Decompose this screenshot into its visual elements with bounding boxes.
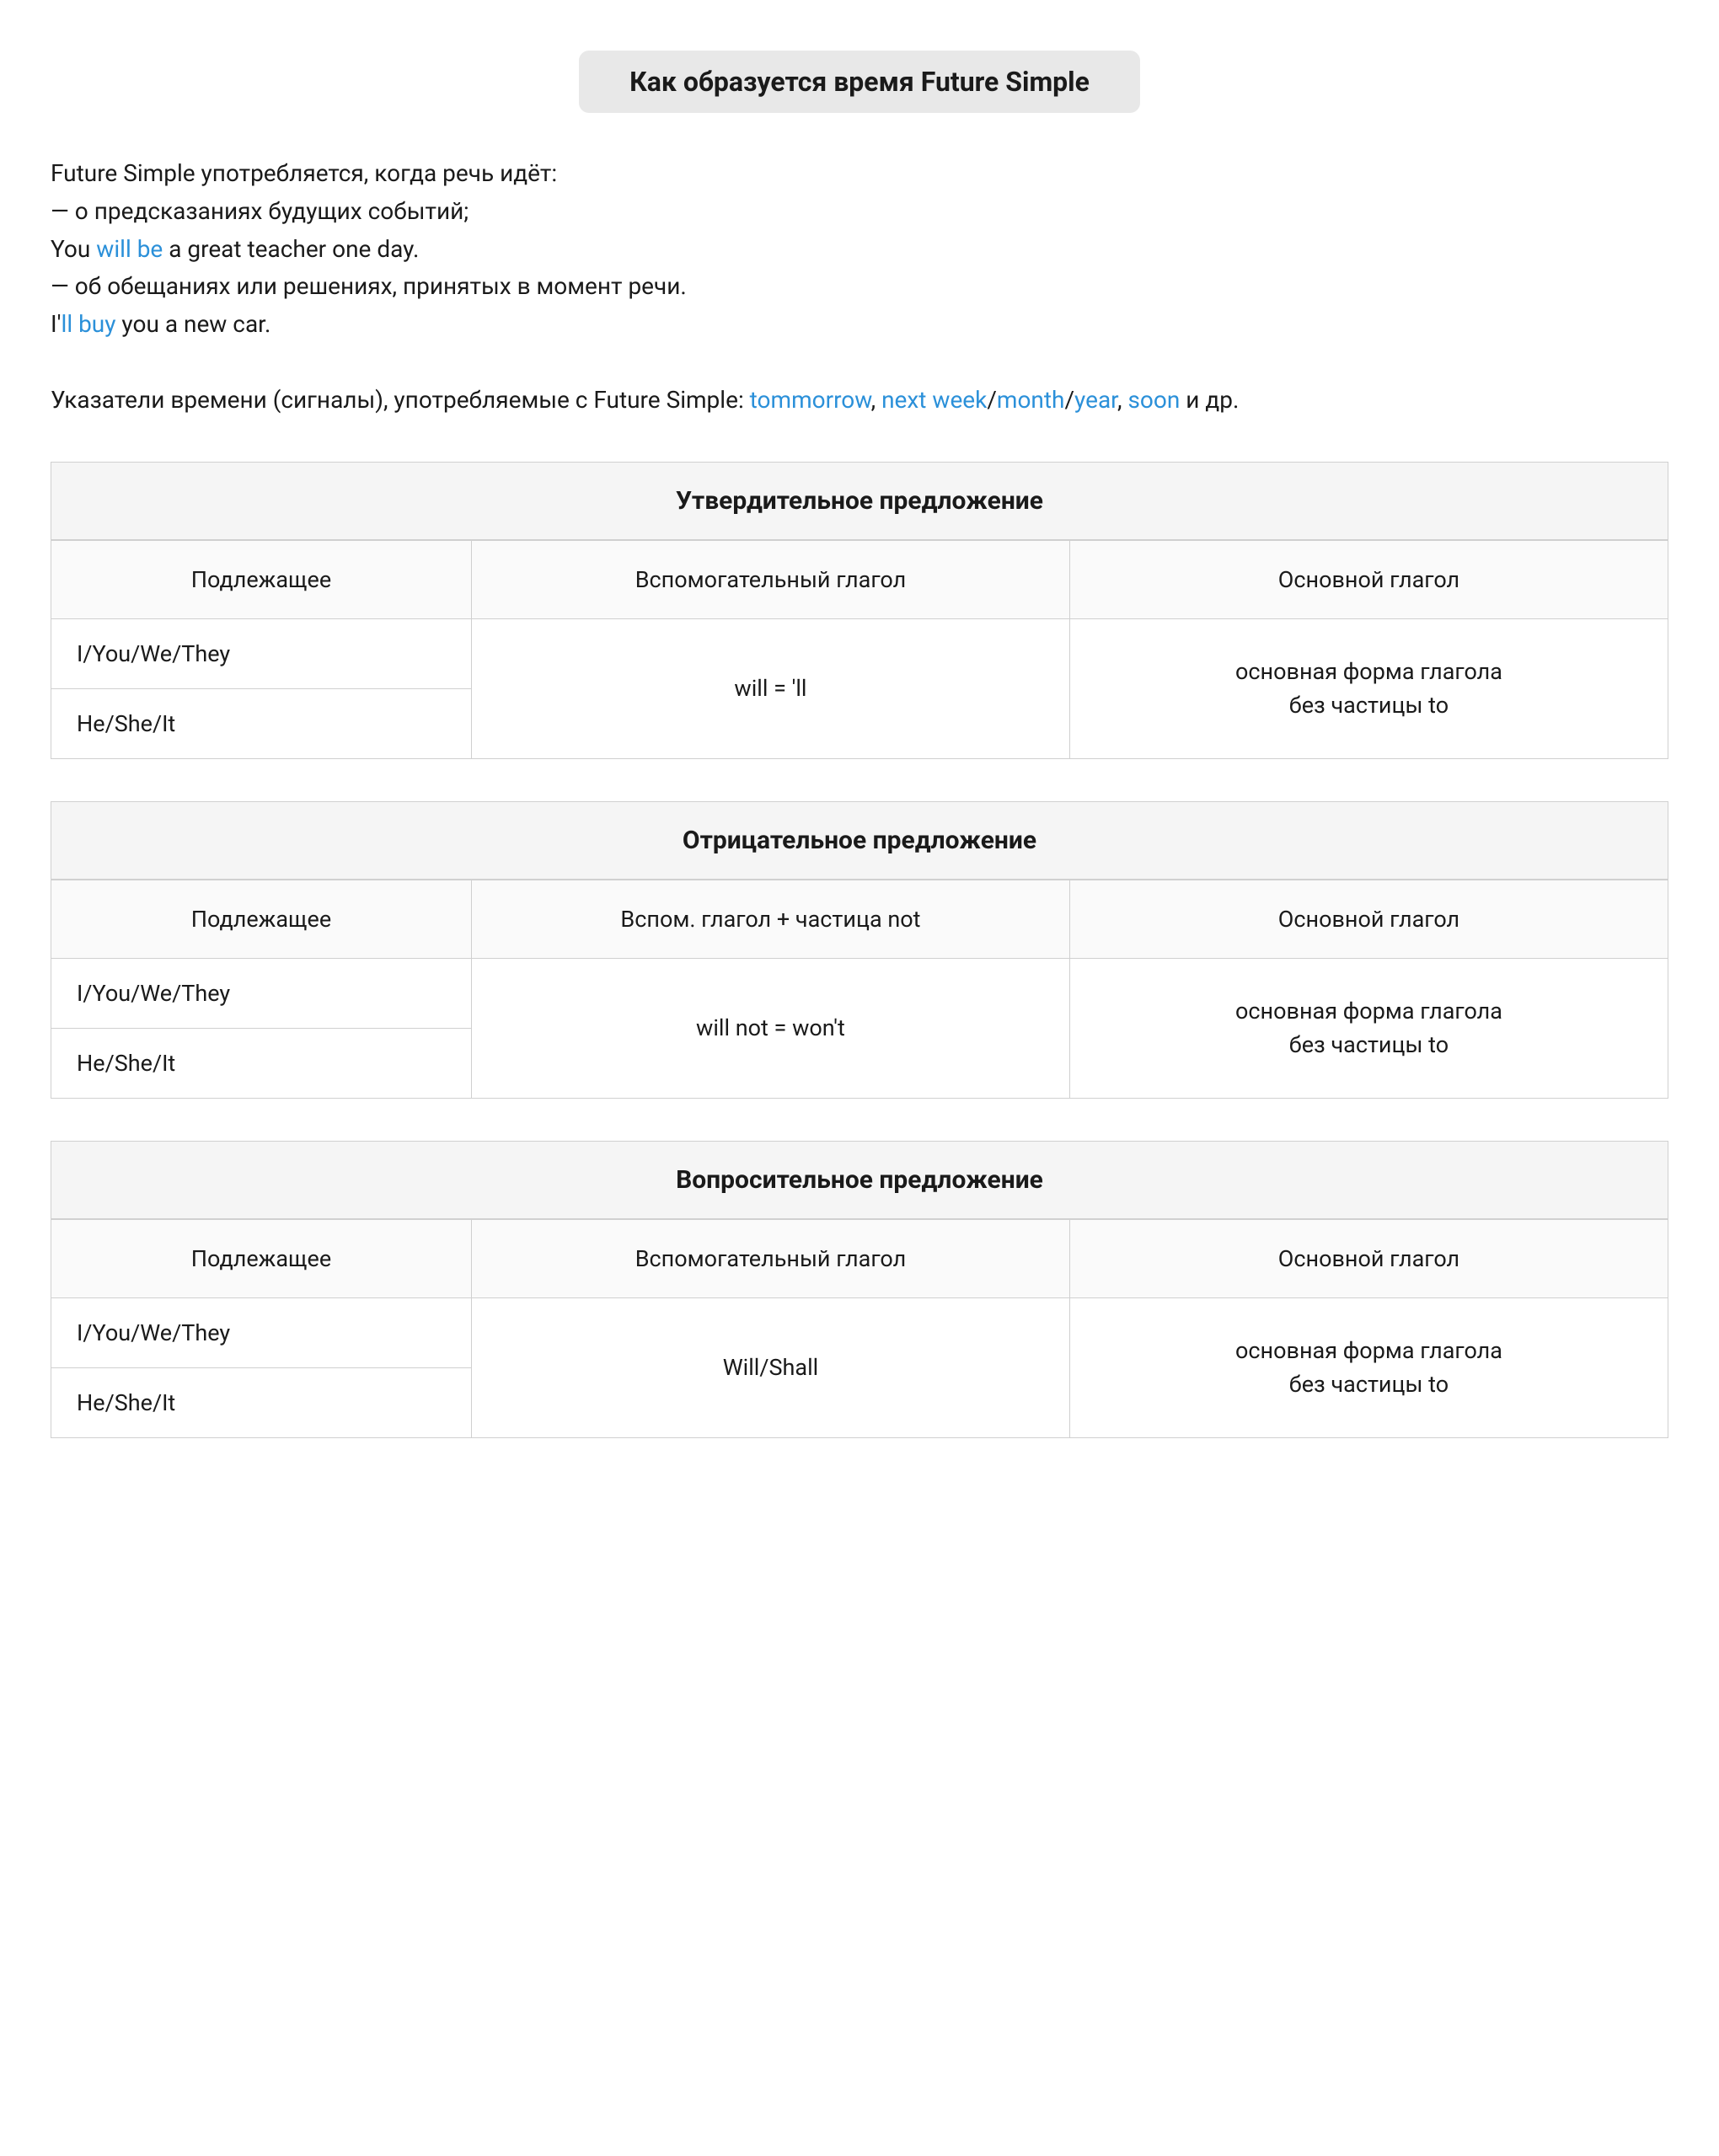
intro-line3: You will be a great teacher one day. <box>51 231 1668 269</box>
affirmative-col2-header: Вспомогательный глагол <box>471 540 1069 618</box>
tommorrow-highlight: tommorrow <box>750 386 871 414</box>
negative-section: Отрицательное предложение Подлежащее Всп… <box>51 801 1668 1099</box>
soon-highlight: soon <box>1127 386 1180 414</box>
interrogative-subject2: He/She/It <box>51 1367 472 1437</box>
negative-table: Подлежащее Вспом. глагол + частица not О… <box>51 880 1668 1099</box>
affirmative-subject1-row: I/You/We/They will = 'll основная форма … <box>51 618 1668 688</box>
intro-line2: — о предсказаниях будущих событий; <box>51 193 1668 231</box>
year-highlight: year <box>1074 386 1117 414</box>
negative-subject2: He/She/It <box>51 1028 472 1098</box>
month-highlight: month <box>997 386 1065 414</box>
interrogative-table: Подлежащее Вспомогательный глагол Основн… <box>51 1219 1668 1438</box>
affirmative-title: Утвердительное предложение <box>51 462 1668 540</box>
interrogative-subject1: I/You/We/They <box>51 1297 472 1367</box>
negative-aux: will not = won't <box>471 958 1069 1098</box>
affirmative-col3-header: Основной глагол <box>1069 540 1668 618</box>
affirmative-subject2: He/She/It <box>51 688 472 758</box>
negative-header-row: Подлежащее Вспом. глагол + частица not О… <box>51 880 1668 958</box>
negative-col2-header: Вспом. глагол + частица not <box>471 880 1069 958</box>
page-title: Как образуется время Future Simple <box>579 51 1140 113</box>
negative-col1-header: Подлежащее <box>51 880 472 958</box>
intro-line5: I'll buy you a new car. <box>51 306 1668 344</box>
interrogative-header-row: Подлежащее Вспомогательный глагол Основн… <box>51 1219 1668 1297</box>
negative-main-verb: основная форма глагола без частицы to <box>1069 958 1668 1098</box>
negative-subject1: I/You/We/They <box>51 958 472 1028</box>
interrogative-aux: Will/Shall <box>471 1297 1069 1437</box>
affirmative-table: Подлежащее Вспомогательный глагол Основн… <box>51 540 1668 759</box>
interrogative-main-verb: основная форма глагола без частицы to <box>1069 1297 1668 1437</box>
ll-buy-highlight: ll buy <box>62 310 116 338</box>
negative-col3-header: Основной глагол <box>1069 880 1668 958</box>
will-be-highlight: will be <box>96 235 163 263</box>
intro-line6: Указатели времени (сигналы), употребляем… <box>51 382 1668 420</box>
affirmative-subject1: I/You/We/They <box>51 618 472 688</box>
affirmative-header-row: Подлежащее Вспомогательный глагол Основн… <box>51 540 1668 618</box>
interrogative-col3-header: Основной глагол <box>1069 1219 1668 1297</box>
interrogative-col1-header: Подлежащее <box>51 1219 472 1297</box>
intro-section: Future Simple употребляется, когда речь … <box>51 155 1668 420</box>
intro-line1: Future Simple употребляется, когда речь … <box>51 155 1668 193</box>
next-week-highlight: next week <box>881 386 987 414</box>
affirmative-col1-header: Подлежащее <box>51 540 472 618</box>
affirmative-aux: will = 'll <box>471 618 1069 758</box>
interrogative-subject1-row: I/You/We/They Will/Shall основная форма … <box>51 1297 1668 1367</box>
interrogative-section: Вопросительное предложение Подлежащее Вс… <box>51 1141 1668 1438</box>
interrogative-col2-header: Вспомогательный глагол <box>471 1219 1069 1297</box>
affirmative-main-verb: основная форма глагола без частицы to <box>1069 618 1668 758</box>
affirmative-section: Утвердительное предложение Подлежащее Вс… <box>51 462 1668 759</box>
negative-title: Отрицательное предложение <box>51 801 1668 880</box>
intro-line4: — об обещаниях или решениях, принятых в … <box>51 268 1668 306</box>
interrogative-title: Вопросительное предложение <box>51 1141 1668 1219</box>
negative-subject1-row: I/You/We/They will not = won't основная … <box>51 958 1668 1028</box>
